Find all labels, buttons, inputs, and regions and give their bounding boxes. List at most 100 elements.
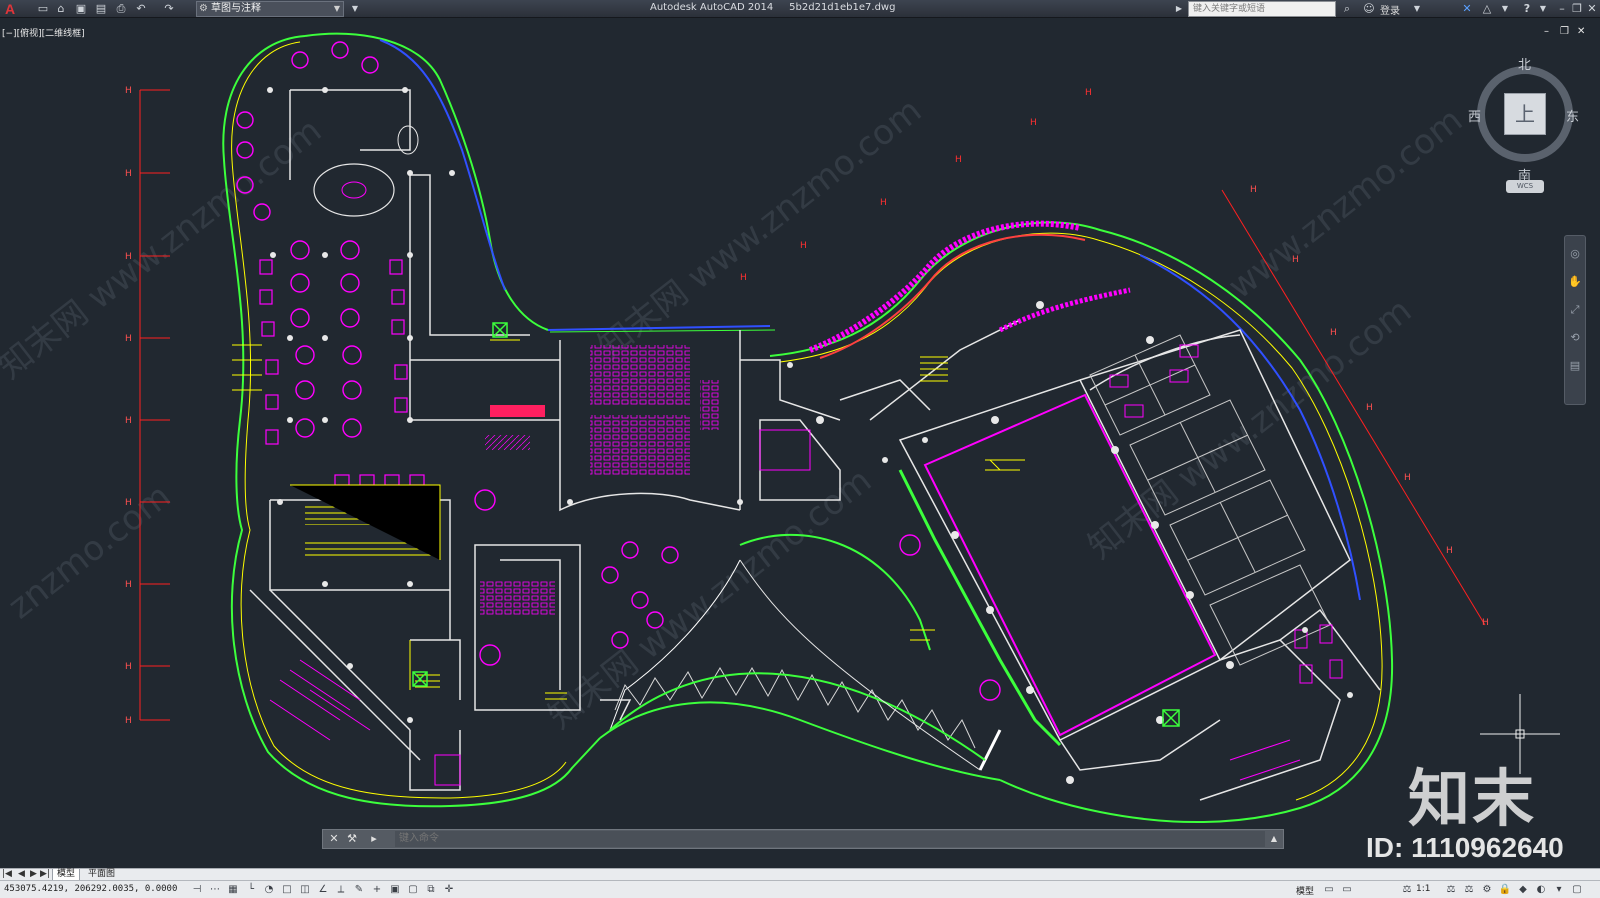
annotation-visibility-icon[interactable]: ⚖	[1444, 883, 1458, 897]
prev-tab-icon[interactable]: ◀	[18, 869, 25, 880]
help-dropdown-icon[interactable]: ▼	[1536, 2, 1550, 16]
svg-text:H: H	[740, 273, 747, 283]
autodesk-dropdown-icon[interactable]: ▼	[1498, 2, 1512, 16]
navigation-bar: ◎ ✋ ⤢ ⟲ ▤	[1564, 235, 1586, 405]
svg-text:H: H	[125, 716, 132, 726]
svg-text:H: H	[1250, 185, 1257, 195]
restore-icon[interactable]: ❐	[1570, 2, 1584, 16]
annotation-monitor-icon[interactable]: ✛	[442, 883, 456, 897]
viewport-controls-label[interactable]: [−][俯视][二维线框]	[2, 26, 85, 39]
model-space-toggle[interactable]: 模型	[1296, 884, 1314, 897]
help-icon[interactable]: ?	[1520, 2, 1534, 16]
plot-icon[interactable]: ⎙	[114, 2, 128, 16]
snap-mode-icon[interactable]: ⋯	[208, 883, 222, 897]
save-as-icon[interactable]: ▤	[94, 2, 108, 16]
new-file-icon[interactable]: ▭	[36, 2, 50, 16]
annotation-scale-icon[interactable]: ⚖	[1400, 883, 1414, 897]
chevron-down-icon: ▼	[333, 4, 340, 13]
open-file-icon[interactable]: ⌂	[54, 2, 68, 16]
workspace-switching-icon[interactable]: ⚙	[1480, 883, 1494, 897]
isolate-objects-icon[interactable]: ◐	[1534, 883, 1548, 897]
compass-west[interactable]: 西	[1468, 106, 1481, 125]
zoom-extents-icon[interactable]: ⤢	[1565, 300, 1585, 320]
annotation-scale-value[interactable]: 1:1	[1416, 884, 1430, 894]
sawtooth-gallery	[614, 667, 976, 749]
wcs-menu-button[interactable]: WCS	[1506, 180, 1544, 193]
pan-icon[interactable]: ✋	[1565, 272, 1585, 292]
wrench-icon[interactable]: ⚒	[345, 832, 359, 846]
showmotion-icon[interactable]: ▤	[1565, 356, 1585, 376]
viewcube-top-face[interactable]: 上	[1504, 93, 1546, 135]
steering-wheel-icon[interactable]: ◎	[1565, 244, 1585, 264]
lineweight-icon[interactable]: +	[370, 883, 384, 897]
quick-view-layouts-icon[interactable]: ▭	[1322, 883, 1336, 897]
window-title: Autodesk AutoCAD 2014 5b2d21d1eb1e7.dwg	[650, 2, 896, 13]
search-expand-icon[interactable]: ▶	[1172, 2, 1186, 16]
interior-walls-left	[249, 89, 841, 791]
infer-constraints-icon[interactable]: ⊣	[190, 883, 204, 897]
next-tab-icon[interactable]: ▶	[30, 869, 37, 880]
svg-text:H: H	[125, 498, 132, 508]
user-icon[interactable]: ☺	[1362, 2, 1376, 16]
auto-scale-icon[interactable]: ⚖	[1462, 883, 1476, 897]
last-tab-icon[interactable]: ▶|	[40, 869, 50, 880]
autocad-logo-icon[interactable]: A	[2, 1, 18, 17]
quick-view-drawings-icon[interactable]: ▭	[1340, 883, 1354, 897]
svg-text:H: H	[800, 241, 807, 251]
transparency-icon[interactable]: ▣	[388, 883, 402, 897]
customize-dropdown-icon[interactable]: ▼	[348, 2, 362, 16]
minimize-icon[interactable]: –	[1555, 2, 1569, 16]
svg-text:znzmo.com: znzmo.com	[1, 476, 179, 627]
command-input[interactable]	[395, 831, 1265, 847]
quick-properties-icon[interactable]: ▢	[406, 883, 420, 897]
object-snap-tracking-icon[interactable]: ∠	[316, 883, 330, 897]
ortho-mode-icon[interactable]: └	[244, 883, 258, 897]
compass-north[interactable]: 北	[1518, 54, 1531, 73]
booth-seats	[259, 259, 425, 486]
viewport-minimize-icon[interactable]: –	[1544, 26, 1549, 37]
lock-icon[interactable]: 🔒	[1498, 883, 1512, 897]
selection-cycling-icon[interactable]: ⧉	[424, 883, 438, 897]
floor-plan-drawing: 知末网 www.znzmo.com 知末网 www.znzmo.com 知末网 …	[0, 32, 1560, 824]
login-link[interactable]: 登录	[1380, 2, 1400, 17]
polar-tracking-icon[interactable]: ◔	[262, 883, 276, 897]
status-bar: 453075.4219, 206292.0035, 0.0000 ⊣ ⋯ ▦ └…	[0, 880, 1600, 898]
save-icon[interactable]: ▣	[74, 2, 88, 16]
close-icon[interactable]: ✕	[1585, 2, 1599, 16]
hardware-acceleration-icon[interactable]: ◆	[1516, 883, 1530, 897]
svg-text:www.znzmo.com: www.znzmo.com	[1221, 100, 1470, 307]
search-input[interactable]: 键入关键字或短语	[1188, 1, 1336, 17]
oval-meeting-room	[313, 163, 395, 217]
svg-text:知末网 www.znzmo.com: 知末网 www.znzmo.com	[1081, 291, 1419, 567]
grid-display-icon[interactable]: ▦	[226, 883, 240, 897]
first-tab-icon[interactable]: |◀	[2, 869, 12, 880]
redo-icon[interactable]: ↷	[162, 2, 176, 16]
svg-text:H: H	[125, 662, 132, 672]
login-dropdown-icon[interactable]: ▼	[1410, 2, 1424, 16]
viewcube[interactable]: 北 南 东 西 上	[1468, 58, 1580, 200]
svg-text:H: H	[1030, 118, 1037, 128]
dynamic-input-icon[interactable]: ✎	[352, 883, 366, 897]
binoculars-icon[interactable]: ⌕	[1340, 2, 1354, 16]
dynamic-ucs-icon[interactable]: ⟂	[334, 883, 348, 897]
object-snap-icon[interactable]: □	[280, 883, 294, 897]
viewport-close-icon[interactable]: ✕	[1577, 26, 1585, 37]
status-bar-menu-icon[interactable]: ▾	[1552, 883, 1566, 897]
command-prompt-icon[interactable]: ▸	[367, 832, 381, 846]
autodesk-360-icon[interactable]: △	[1480, 2, 1494, 16]
svg-text:H: H	[125, 252, 132, 262]
orbit-icon[interactable]: ⟲	[1565, 328, 1585, 348]
svg-text:H: H	[1404, 473, 1411, 483]
undo-icon[interactable]: ↶	[134, 2, 148, 16]
viewport-restore-icon[interactable]: ❐	[1560, 26, 1569, 37]
compass-east[interactable]: 东	[1566, 106, 1579, 125]
command-history-icon[interactable]: ▲	[1267, 832, 1281, 846]
auditorium-seats	[480, 345, 720, 615]
workspace-select[interactable]: ⚙ 草图与注释 ▼	[196, 1, 344, 17]
outer-wall-right	[769, 221, 1394, 824]
clean-screen-icon[interactable]: ▢	[1570, 883, 1584, 897]
exchange-icon[interactable]: ✕	[1460, 2, 1474, 16]
3d-object-snap-icon[interactable]: ◫	[298, 883, 312, 897]
drawing-viewport[interactable]: 知末网 www.znzmo.com 知末网 www.znzmo.com 知末网 …	[0, 20, 1600, 868]
close-icon[interactable]: ✕	[327, 832, 341, 846]
